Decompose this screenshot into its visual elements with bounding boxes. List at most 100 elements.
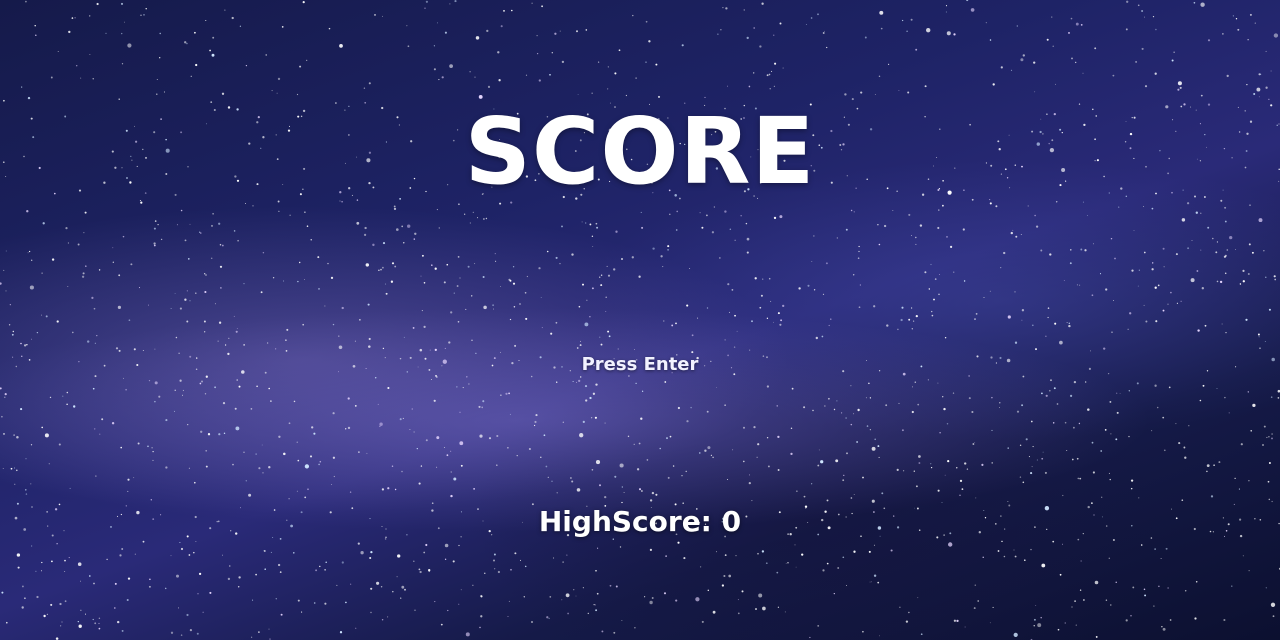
star [500, 394, 502, 396]
star [721, 584, 725, 587]
star [1068, 322, 1070, 324]
star [233, 315, 235, 317]
star [369, 556, 372, 560]
star [196, 632, 199, 635]
star [214, 386, 217, 389]
star [801, 553, 804, 556]
star [1216, 241, 1218, 243]
star [30, 444, 33, 446]
star [582, 420, 585, 424]
star [569, 477, 572, 479]
star [186, 290, 188, 292]
star [126, 598, 129, 602]
star [133, 477, 135, 479]
star [1131, 269, 1134, 272]
star [248, 493, 252, 497]
star [716, 551, 717, 553]
star [396, 228, 399, 231]
star [471, 339, 473, 342]
star [159, 57, 161, 59]
star [477, 217, 479, 219]
star [382, 15, 383, 17]
star [252, 599, 254, 601]
star [224, 9, 226, 11]
star [1165, 547, 1168, 550]
star [675, 322, 677, 325]
star [457, 256, 460, 258]
star [1258, 336, 1260, 338]
star [777, 312, 780, 315]
star [983, 297, 985, 298]
star [864, 36, 867, 39]
star [73, 405, 76, 408]
star [1113, 300, 1114, 301]
star [1155, 320, 1158, 323]
star [873, 574, 877, 577]
star [803, 495, 806, 498]
star [1044, 471, 1047, 474]
star [985, 22, 987, 24]
star [465, 632, 470, 637]
star [377, 403, 379, 405]
star [782, 304, 785, 308]
star [1075, 22, 1079, 26]
star [505, 392, 508, 395]
star [317, 256, 320, 259]
star [1071, 458, 1074, 461]
star [817, 13, 819, 16]
star [200, 380, 204, 383]
highscore-display: HighScore: 0 [0, 503, 1280, 541]
star [81, 275, 85, 278]
star [128, 319, 131, 322]
star [381, 488, 385, 491]
star [591, 235, 594, 237]
star [122, 235, 125, 238]
star [1130, 479, 1134, 482]
star [450, 450, 452, 452]
star [589, 316, 591, 318]
star [956, 467, 958, 469]
star [638, 488, 642, 491]
star [1013, 549, 1015, 551]
star [1109, 400, 1112, 403]
star [809, 636, 811, 639]
star [1162, 416, 1165, 419]
star [1200, 2, 1205, 7]
star [450, 311, 453, 314]
star [1274, 278, 1277, 281]
star [571, 253, 574, 256]
star [1268, 308, 1271, 311]
star [1076, 457, 1079, 460]
star [229, 565, 231, 567]
star [1054, 83, 1056, 85]
star [195, 292, 197, 294]
star [543, 434, 546, 437]
star [297, 459, 300, 462]
star [767, 465, 770, 468]
star [1248, 570, 1250, 572]
star [255, 573, 257, 576]
star [858, 250, 860, 253]
star [1140, 544, 1143, 546]
star [807, 284, 810, 287]
game-score-screen[interactable]: SCORE Press Enter HighScore: 0 [0, 0, 1280, 640]
star [354, 405, 357, 407]
star [1068, 31, 1070, 34]
star [315, 569, 318, 572]
star [272, 277, 275, 279]
star [1080, 23, 1083, 26]
star [1273, 275, 1276, 278]
star [278, 435, 281, 438]
star [777, 469, 780, 471]
star [748, 85, 751, 88]
star [306, 59, 308, 61]
star [888, 63, 890, 65]
star [596, 226, 599, 229]
star [443, 446, 445, 448]
star [1160, 557, 1162, 559]
star [80, 77, 82, 79]
star [536, 52, 539, 55]
star [1226, 249, 1229, 251]
star [771, 70, 773, 72]
star [493, 308, 495, 310]
